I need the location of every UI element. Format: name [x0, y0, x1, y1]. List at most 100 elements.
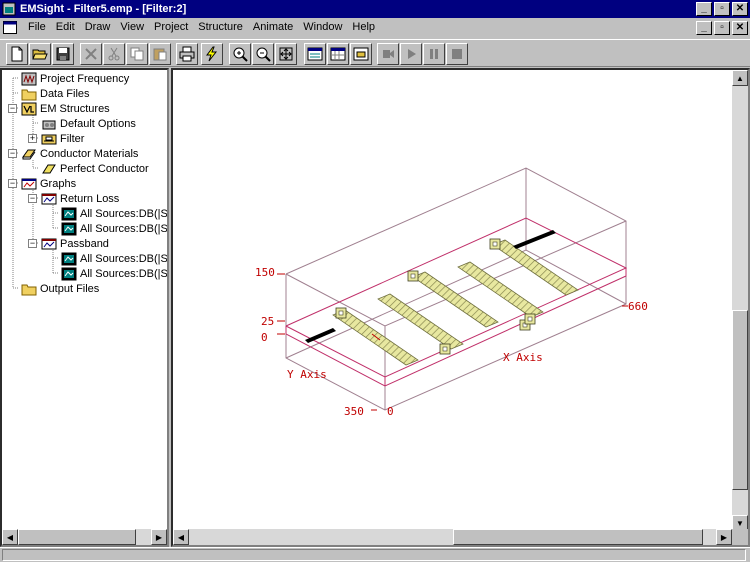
close-button[interactable]: ✕ [732, 2, 748, 16]
collapse-icon[interactable]: − [28, 239, 37, 248]
zoom-in-button[interactable] [229, 43, 251, 65]
delete-button[interactable] [80, 43, 102, 65]
tree-item-label: All Sources:DB(|S[2 [80, 222, 169, 235]
print-button[interactable] [176, 43, 198, 65]
tree-item-label: Project Frequency [40, 72, 130, 85]
zoom-out-icon [256, 47, 271, 62]
menu-file[interactable]: File [23, 18, 51, 37]
animate-pause-button[interactable] [423, 43, 445, 65]
tree-item-label: Conductor Materials [40, 147, 139, 160]
cut-icon [108, 47, 120, 61]
paste-button[interactable] [149, 43, 171, 65]
horizontal-scroll-thumb[interactable] [453, 529, 703, 545]
tree-item[interactable]: Return Loss [41, 191, 119, 206]
filter-resonators [305, 230, 579, 366]
zoom-out-button[interactable] [252, 43, 274, 65]
tree-item[interactable]: Passband [41, 236, 109, 251]
vertical-scrollbar[interactable]: ▲ ▼ [732, 70, 748, 531]
scroll-left-button[interactable]: ◀ [173, 529, 189, 545]
tree-item-label: Data Files [40, 87, 90, 100]
menu-animate[interactable]: Animate [248, 18, 298, 37]
collapse-icon[interactable]: − [8, 149, 17, 158]
view-layers-button[interactable] [350, 43, 372, 65]
zoom-fit-button[interactable] [275, 43, 297, 65]
expand-icon[interactable]: + [28, 134, 37, 143]
menu-project[interactable]: Project [149, 18, 193, 37]
tree-item[interactable]: Graphs [21, 176, 76, 191]
view-grid-button[interactable] [327, 43, 349, 65]
tree-item[interactable]: EM Structures [21, 101, 110, 116]
tree-item[interactable]: Filter [41, 131, 84, 146]
menu-draw[interactable]: Draw [80, 18, 116, 37]
child-close-button[interactable]: ✕ [732, 21, 748, 35]
tree-item[interactable]: All Sources:DB(|S[2 [61, 251, 167, 266]
structure-3d-drawing[interactable]: 150 25 0 660 350 0 X Axis Y Axis [173, 70, 732, 531]
menu-edit[interactable]: Edit [51, 18, 80, 37]
open-icon [32, 49, 48, 60]
scroll-right-button[interactable]: ▶ [716, 529, 732, 545]
arrow-right-icon: ▶ [720, 532, 728, 542]
minimize-button[interactable]: _ [696, 2, 712, 16]
vertical-scroll-thumb[interactable] [732, 310, 748, 490]
child-minimize-button[interactable]: _ [696, 21, 712, 35]
menu-window[interactable]: Window [298, 18, 347, 37]
animate-play-button[interactable] [400, 43, 422, 65]
window-title: EMSight - Filter5.emp - [Filter:2] [20, 3, 187, 15]
menu-help[interactable]: Help [347, 18, 380, 37]
save-icon [56, 47, 70, 61]
tree-item[interactable]: All Sources:DB(|S[1 [61, 206, 167, 221]
collapse-icon[interactable]: − [28, 194, 37, 203]
tree-scroll-left-button[interactable]: ◀ [2, 529, 18, 545]
substrate-front-edge [285, 268, 627, 387]
child-restore-button[interactable]: ▫ [714, 21, 730, 35]
animate-pause-icon [430, 49, 438, 59]
collapse-icon[interactable]: − [8, 104, 17, 113]
measurement-icon [61, 222, 77, 235]
tree-horizontal-scrollbar[interactable]: ◀ ▶ [2, 529, 167, 545]
via-hole [442, 346, 448, 352]
via-hole [527, 316, 533, 322]
view-layers-icon [353, 47, 369, 61]
tree-item[interactable]: Default Options [41, 116, 136, 131]
y-axis-label: Y Axis [287, 368, 327, 381]
paste-icon [153, 48, 167, 61]
animate-stop-icon [452, 49, 462, 59]
save-button[interactable] [52, 43, 74, 65]
maximize-button[interactable]: ▫ [714, 2, 730, 16]
tree-item[interactable]: Perfect Conductor [41, 161, 149, 176]
structure-icon [41, 134, 57, 144]
tree-item[interactable]: Data Files [21, 86, 90, 101]
conductor-icon [42, 164, 56, 173]
document-icon[interactable] [3, 21, 17, 34]
animate-stop-button[interactable] [446, 43, 468, 65]
tree-item-label: Perfect Conductor [60, 162, 149, 175]
z-mid-label: 25 [261, 315, 274, 328]
tree-item[interactable]: Output Files [21, 281, 99, 296]
horizontal-scrollbar[interactable]: ◀ ▶ [173, 529, 732, 545]
z-top-label: 150 [255, 266, 275, 279]
tree-item[interactable]: All Sources:DB(|S[1 [61, 266, 167, 281]
tree-item[interactable]: Conductor Materials [21, 146, 138, 161]
scroll-corner [732, 529, 748, 545]
tree-item[interactable]: All Sources:DB(|S[2 [61, 221, 169, 236]
structure-3d-view[interactable]: 150 25 0 660 350 0 X Axis Y Axis ▲ ▼ ◀ ▶ [171, 68, 750, 547]
menu-structure[interactable]: Structure [193, 18, 248, 37]
open-button[interactable] [29, 43, 51, 65]
collapse-icon[interactable]: − [8, 179, 17, 188]
simulate-button[interactable] [201, 43, 223, 65]
zoom-fit-icon [279, 47, 293, 61]
cut-button[interactable] [103, 43, 125, 65]
tree-item[interactable]: Project Frequency [21, 71, 129, 86]
menu-view[interactable]: View [115, 18, 149, 37]
copy-button[interactable] [126, 43, 148, 65]
z-origin-label: 0 [261, 331, 268, 344]
animate-rewind-button[interactable] [377, 43, 399, 65]
view-3d-button[interactable] [304, 43, 326, 65]
graph-icon [41, 193, 57, 204]
em-structures-icon [21, 102, 37, 115]
tree-scroll-right-button[interactable]: ▶ [151, 529, 167, 545]
via-hole [492, 241, 498, 247]
tree-scroll-thumb[interactable] [18, 529, 136, 545]
scroll-up-button[interactable]: ▲ [732, 70, 748, 86]
new-button[interactable] [6, 43, 28, 65]
